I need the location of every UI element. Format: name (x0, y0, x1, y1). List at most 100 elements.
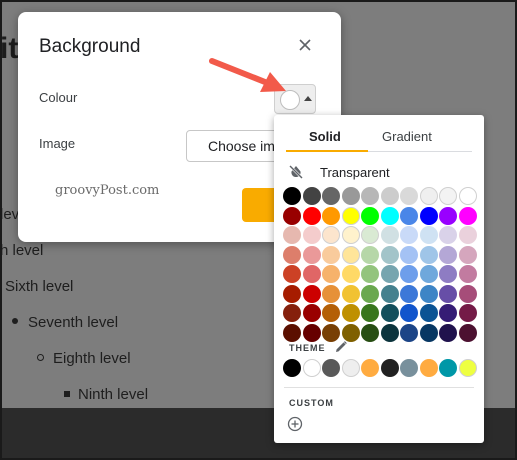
colour-swatch[interactable] (283, 245, 301, 264)
colour-swatch[interactable] (283, 284, 301, 303)
colour-swatch[interactable] (439, 284, 457, 303)
colour-swatch[interactable] (302, 265, 321, 283)
colour-swatch[interactable] (439, 265, 457, 283)
colour-swatch[interactable] (419, 323, 438, 342)
colour-swatch[interactable] (341, 284, 360, 303)
theme-colour-swatch[interactable] (380, 359, 399, 377)
colour-swatch[interactable] (322, 206, 340, 225)
colour-swatch[interactable] (400, 226, 418, 244)
colour-swatch[interactable] (322, 323, 340, 342)
colour-swatch[interactable] (419, 226, 438, 244)
colour-swatch[interactable] (419, 206, 438, 225)
colour-swatch[interactable] (458, 226, 477, 244)
colour-swatch[interactable] (380, 304, 399, 322)
colour-swatch[interactable] (302, 226, 321, 244)
colour-swatch[interactable] (380, 323, 399, 342)
colour-swatch[interactable] (400, 245, 418, 264)
colour-swatch[interactable] (380, 206, 399, 225)
theme-colour-swatch[interactable] (400, 359, 418, 377)
colour-swatch[interactable] (458, 245, 477, 264)
colour-swatch[interactable] (361, 284, 379, 303)
theme-colour-swatch[interactable] (283, 359, 301, 377)
theme-colour-swatch[interactable] (419, 359, 438, 377)
add-circle-icon[interactable] (287, 416, 303, 432)
theme-colour-swatch[interactable] (341, 359, 360, 377)
colour-swatch[interactable] (419, 284, 438, 303)
colour-swatch[interactable] (341, 245, 360, 264)
colour-swatch[interactable] (302, 245, 321, 264)
colour-swatch[interactable] (302, 206, 321, 225)
colour-swatch[interactable] (458, 323, 477, 342)
colour-swatch[interactable] (361, 226, 379, 244)
theme-colour-swatch[interactable] (458, 359, 477, 377)
colour-swatch[interactable] (400, 284, 418, 303)
colour-label: Colour (39, 90, 78, 105)
colour-swatch[interactable] (458, 265, 477, 283)
colour-swatch[interactable] (361, 304, 379, 322)
colour-swatch[interactable] (361, 265, 379, 283)
tab-solid[interactable]: Solid (309, 129, 341, 144)
colour-swatch[interactable] (302, 187, 321, 205)
colour-swatch[interactable] (380, 265, 399, 283)
colour-swatch[interactable] (322, 284, 340, 303)
colour-swatch[interactable] (302, 284, 321, 303)
colour-swatch[interactable] (439, 226, 457, 244)
colour-swatch[interactable] (439, 304, 457, 322)
colour-swatch[interactable] (380, 226, 399, 244)
colour-swatch[interactable] (361, 206, 379, 225)
colour-swatch[interactable] (380, 245, 399, 264)
colour-swatch[interactable] (341, 265, 360, 283)
colour-swatch[interactable] (419, 265, 438, 283)
theme-colour-swatch[interactable] (302, 359, 321, 377)
colour-swatch[interactable] (458, 187, 477, 205)
colour-swatch[interactable] (380, 187, 399, 205)
colour-swatch[interactable] (283, 187, 301, 205)
colour-swatch[interactable] (322, 265, 340, 283)
colour-swatch[interactable] (283, 304, 301, 322)
pencil-icon[interactable] (334, 340, 348, 354)
colour-swatch[interactable] (283, 265, 301, 283)
colour-swatch[interactable] (439, 187, 457, 205)
colour-swatch[interactable] (283, 206, 301, 225)
colour-swatch[interactable] (322, 187, 340, 205)
theme-colour-swatch[interactable] (361, 359, 379, 377)
colour-swatch[interactable] (341, 187, 360, 205)
list-item: Seventh level (28, 314, 119, 331)
custom-label: CUSTOM (289, 398, 334, 408)
colour-swatch[interactable] (400, 206, 418, 225)
theme-colour-swatch[interactable] (439, 359, 457, 377)
colour-swatch[interactable] (322, 245, 340, 264)
colour-swatch[interactable] (400, 323, 418, 342)
colour-swatch[interactable] (400, 304, 418, 322)
colour-swatch[interactable] (341, 206, 360, 225)
transparent-option[interactable]: Transparent (288, 163, 468, 183)
theme-colour-swatch[interactable] (322, 359, 340, 377)
colour-swatch[interactable] (380, 284, 399, 303)
colour-swatch[interactable] (419, 187, 438, 205)
colour-swatch[interactable] (439, 323, 457, 342)
colour-swatch[interactable] (419, 245, 438, 264)
colour-swatch[interactable] (322, 226, 340, 244)
colour-swatch[interactable] (458, 284, 477, 303)
colour-swatch[interactable] (283, 226, 301, 244)
colour-swatch[interactable] (439, 206, 457, 225)
colour-swatch[interactable] (302, 304, 321, 322)
tab-gradient[interactable]: Gradient (382, 129, 432, 144)
colour-swatch[interactable] (341, 323, 360, 342)
colour-swatch[interactable] (341, 304, 360, 322)
colour-swatch[interactable] (458, 206, 477, 225)
colour-swatch[interactable] (419, 304, 438, 322)
colour-swatch[interactable] (302, 323, 321, 342)
colour-swatch[interactable] (322, 304, 340, 322)
watermark: groovyPost.com (55, 183, 160, 198)
colour-swatch[interactable] (400, 265, 418, 283)
colour-swatch[interactable] (400, 187, 418, 205)
colour-swatch[interactable] (458, 304, 477, 322)
colour-swatch[interactable] (283, 323, 301, 342)
colour-swatch[interactable] (361, 245, 379, 264)
colour-swatch[interactable] (341, 226, 360, 244)
colour-swatch[interactable] (439, 245, 457, 264)
colour-swatch[interactable] (361, 323, 379, 342)
list-item: Ninth level (78, 386, 149, 403)
colour-swatch[interactable] (361, 187, 379, 205)
